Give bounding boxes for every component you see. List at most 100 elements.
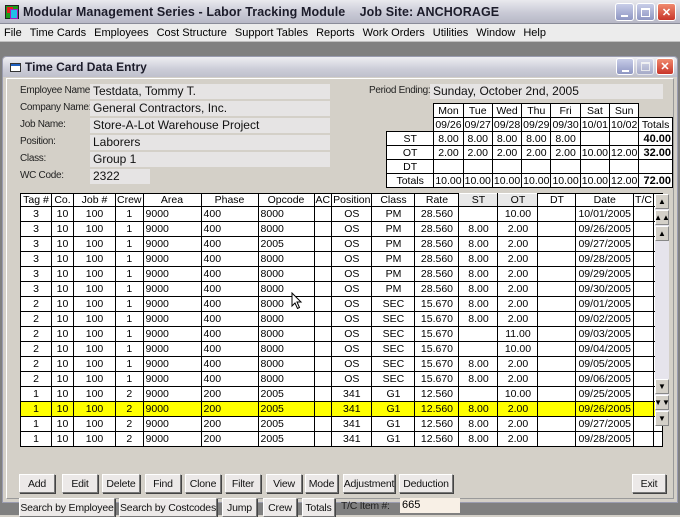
column-header-crew[interactable]: Crew	[115, 193, 144, 207]
table-cell[interactable]: 1	[115, 251, 144, 267]
scroll-down-button[interactable]: ▼	[655, 379, 669, 394]
table-cell[interactable]: 1	[115, 221, 144, 237]
table-cell[interactable]: 09/05/2005	[575, 356, 635, 372]
table-cell[interactable]: 2.00	[497, 281, 539, 297]
table-cell[interactable]: G1	[371, 401, 416, 417]
table-cell[interactable]: 9000	[142, 296, 202, 312]
table-row[interactable]: 3 10 100 1 9000 400 2005 OS PM 28.560 8.00 2.00 09/2…	[20, 236, 663, 252]
table-cell[interactable]: 8.00	[458, 416, 499, 432]
column-header-dt[interactable]: DT	[537, 193, 577, 207]
table-cell[interactable]: 10	[51, 386, 74, 402]
table-cell[interactable]	[537, 326, 577, 342]
table-cell[interactable]: 09/25/2005	[575, 386, 635, 402]
column-header-t-c[interactable]: T/C	[633, 193, 654, 207]
table-cell[interactable]: 2005	[257, 416, 315, 432]
table-cell[interactable]: 9000	[142, 281, 202, 297]
table-cell[interactable]: 28.560	[414, 236, 460, 252]
table-cell[interactable]: 100	[73, 431, 116, 447]
table-cell[interactable]	[633, 251, 654, 267]
table-cell[interactable]: 09/30/2005	[575, 281, 635, 297]
table-cell[interactable]	[633, 311, 654, 327]
table-cell[interactable]: 9000	[142, 356, 202, 372]
column-header-area[interactable]: Area	[142, 193, 202, 207]
table-cell[interactable]: 9000	[142, 431, 202, 447]
table-cell[interactable]: OS	[331, 281, 373, 297]
menu-work-orders[interactable]: Work Orders	[363, 27, 425, 39]
scroll-first-button[interactable]: ▲	[655, 194, 669, 209]
table-cell[interactable]	[537, 236, 577, 252]
table-cell[interactable]: 2.00	[497, 251, 539, 267]
table-cell[interactable]: 09/02/2005	[575, 311, 635, 327]
table-cell[interactable]: 400	[200, 341, 259, 357]
table-cell[interactable]	[633, 296, 654, 312]
table-cell[interactable]: PM	[371, 206, 416, 222]
table-cell[interactable]: 8000	[257, 251, 315, 267]
table-cell[interactable]: 11.00	[497, 326, 539, 342]
table-cell[interactable]: 10	[51, 416, 74, 432]
table-cell[interactable]: PM	[371, 221, 416, 237]
table-cell[interactable]: 10.00	[497, 386, 539, 402]
table-cell[interactable]: 2	[20, 311, 52, 327]
table-cell[interactable]: 9000	[142, 206, 202, 222]
table-cell[interactable]: 9000	[142, 326, 202, 342]
table-cell[interactable]: 100	[73, 311, 116, 327]
table-cell[interactable]	[313, 236, 333, 252]
table-cell[interactable]: 8000	[257, 296, 315, 312]
table-cell[interactable]: 1	[115, 326, 144, 342]
table-cell[interactable]: 8.00	[458, 266, 499, 282]
table-cell[interactable]: 2	[20, 371, 52, 387]
table-cell[interactable]: 12.560	[414, 431, 460, 447]
column-header-ac[interactable]: AC	[313, 193, 333, 207]
table-cell[interactable]	[537, 266, 577, 282]
table-cell[interactable]: 2	[115, 416, 144, 432]
table-cell[interactable]	[537, 431, 577, 447]
table-cell[interactable]: 10	[51, 266, 74, 282]
table-cell[interactable]: 1	[115, 266, 144, 282]
table-cell[interactable]	[313, 401, 333, 417]
deduction-button[interactable]: Deduction	[399, 474, 453, 493]
child-minimize-button[interactable]	[616, 58, 634, 75]
table-cell[interactable]: 200	[200, 401, 259, 417]
table-cell[interactable]	[313, 251, 333, 267]
table-cell[interactable]: 2005	[257, 401, 315, 417]
table-row[interactable]: 2 10 100 1 9000 400 8000 OS SEC 15.670 8.00 2.00 09/…	[20, 371, 663, 387]
table-cell[interactable]	[537, 356, 577, 372]
grid-scrollbar[interactable]: ▲ ▲▲ ▲ ▼ ▼▼ ▼	[654, 194, 670, 426]
table-cell[interactable]	[313, 416, 333, 432]
menu-employees[interactable]: Employees	[94, 27, 148, 39]
table-cell[interactable]: 9000	[142, 401, 202, 417]
table-cell[interactable]	[537, 251, 577, 267]
table-cell[interactable]	[633, 281, 654, 297]
table-cell[interactable]: 15.670	[414, 326, 460, 342]
table-cell[interactable]: 2	[115, 401, 144, 417]
table-cell[interactable]: 200	[200, 431, 259, 447]
table-row[interactable]: 3 10 100 1 9000 400 8000 OS PM 28.560 8.00 2.00 09/2…	[20, 221, 663, 237]
table-cell[interactable]: OS	[331, 341, 373, 357]
table-cell[interactable]: OS	[331, 266, 373, 282]
table-cell[interactable]	[537, 416, 577, 432]
table-cell[interactable]	[633, 401, 654, 417]
table-cell[interactable]: 100	[73, 356, 116, 372]
table-row[interactable]: 3 10 100 1 9000 400 8000 OS PM 28.560 8.00 2.00 09/3…	[20, 281, 663, 297]
table-cell[interactable]: OS	[331, 326, 373, 342]
column-header-rate[interactable]: Rate	[414, 193, 460, 207]
menu-window[interactable]: Window	[476, 27, 515, 39]
table-cell[interactable]	[313, 266, 333, 282]
table-cell[interactable]: 2.00	[497, 221, 539, 237]
table-cell[interactable]: 12.560	[414, 386, 460, 402]
column-header-opcode[interactable]: Opcode	[257, 193, 315, 207]
column-header-co[interactable]: Co.	[51, 193, 74, 207]
menu-support-tables[interactable]: Support Tables	[235, 27, 308, 39]
table-cell[interactable]: 10	[51, 206, 74, 222]
table-cell[interactable]: OS	[331, 236, 373, 252]
table-cell[interactable]: 2.00	[497, 431, 539, 447]
table-cell[interactable]: 10	[51, 356, 74, 372]
table-cell[interactable]: 100	[73, 206, 116, 222]
app-minimize-button[interactable]	[615, 3, 634, 21]
table-cell[interactable]: SEC	[371, 326, 416, 342]
table-cell[interactable]: 8000	[257, 206, 315, 222]
table-cell[interactable]: 1	[20, 416, 52, 432]
table-row[interactable]: 1 10 100 2 9000 200 2005 341 G1 12.560 10.00 09/25/…	[20, 386, 663, 402]
table-cell[interactable]: 10	[51, 251, 74, 267]
table-cell[interactable]: 100	[73, 386, 116, 402]
